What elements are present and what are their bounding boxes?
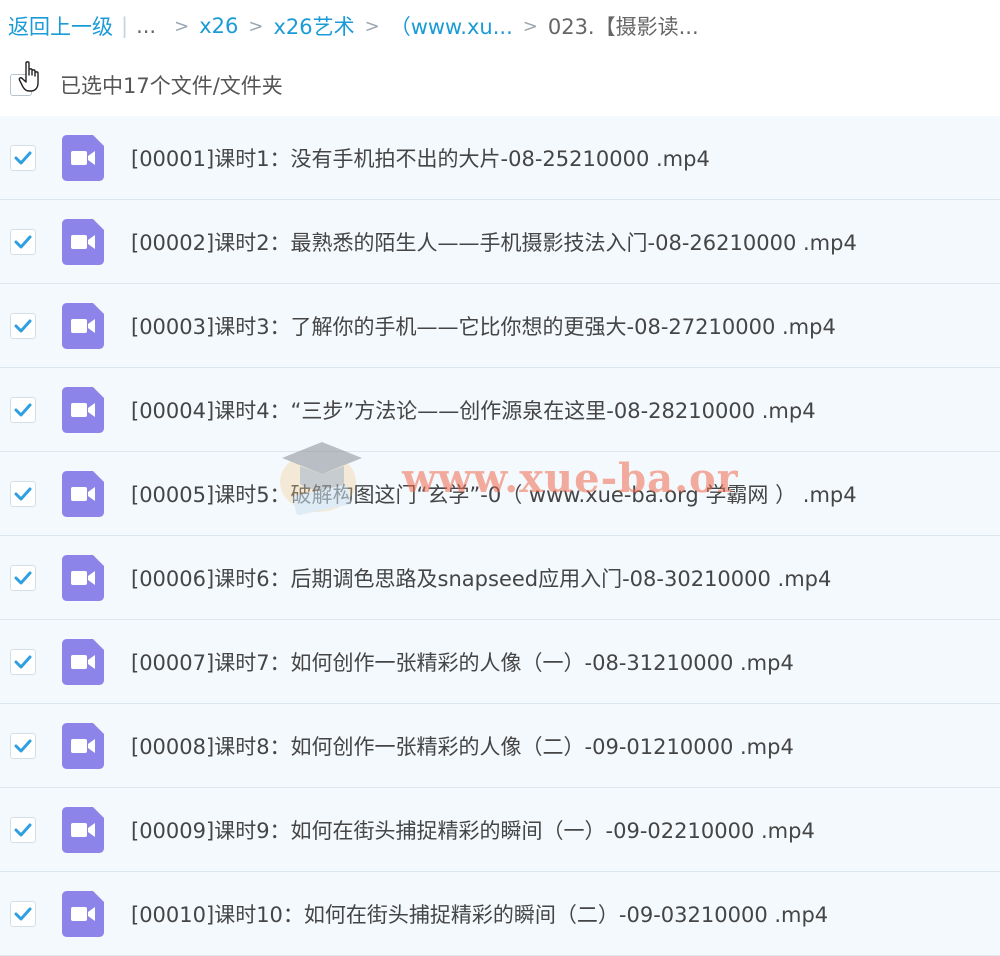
breadcrumb-separator: > bbox=[364, 15, 380, 37]
checkbox-checked-icon[interactable] bbox=[10, 228, 36, 255]
back-link[interactable]: 返回上一级 bbox=[8, 11, 113, 41]
video-file-icon bbox=[62, 386, 104, 433]
checkbox-checked-icon[interactable] bbox=[10, 396, 36, 423]
file-row[interactable]: [00002]课时2：最熟悉的陌生人——手机摄影技法入门-08-26210000… bbox=[0, 200, 1000, 284]
file-row[interactable]: [00003]课时3：了解你的手机——它比你想的更强大-08-27210000 … bbox=[0, 284, 1000, 368]
video-file-icon bbox=[62, 722, 104, 769]
checkbox-checked-icon[interactable] bbox=[10, 900, 36, 927]
video-file-icon bbox=[62, 554, 104, 601]
breadcrumb-item-xueba[interactable]: （www.xu... bbox=[390, 11, 513, 41]
video-file-icon bbox=[62, 638, 104, 685]
file-name[interactable]: [00003]课时3：了解你的手机——它比你想的更强大-08-27210000 … bbox=[131, 311, 836, 341]
file-name[interactable]: [00001]课时1：没有手机拍不出的大片-08-25210000 .mp4 bbox=[131, 143, 710, 173]
file-name[interactable]: [00004]课时4：“三步”方法论——创作源泉在这里-08-28210000 … bbox=[131, 395, 816, 425]
breadcrumb-separator: > bbox=[174, 15, 190, 37]
file-name[interactable]: [00005]课时5：破解构图这门“玄学”-0（ www.xue-ba.org … bbox=[131, 479, 857, 509]
file-row[interactable]: [00009]课时9：如何在街头捕捉精彩的瞬间（一）-09-02210000 .… bbox=[0, 788, 1000, 872]
checkbox-checked-icon[interactable] bbox=[10, 732, 36, 759]
file-name[interactable]: [00002]课时2：最熟悉的陌生人——手机摄影技法入门-08-26210000… bbox=[131, 227, 857, 257]
breadcrumb-separator: > bbox=[522, 15, 538, 37]
file-row[interactable]: [00010]课时10：如何在街头捕捉精彩的瞬间（二）-09-03210000 … bbox=[0, 872, 1000, 956]
file-row[interactable]: [00004]课时4：“三步”方法论——创作源泉在这里-08-28210000 … bbox=[0, 368, 1000, 452]
file-row[interactable]: [00006]课时6：后期调色思路及snapseed应用入门-08-302100… bbox=[0, 536, 1000, 620]
selection-bar: 已选中17个文件/文件夹 bbox=[8, 61, 283, 106]
video-file-icon bbox=[62, 890, 104, 937]
file-name[interactable]: [00010]课时10：如何在街头捕捉精彩的瞬间（二）-09-03210000 … bbox=[131, 899, 828, 929]
video-file-icon bbox=[62, 134, 104, 181]
breadcrumb-item-x26-art[interactable]: x26艺术 bbox=[273, 11, 354, 41]
file-row[interactable]: [00008]课时8：如何创作一张精彩的人像（二）-09-01210000 .m… bbox=[0, 704, 1000, 788]
video-file-icon bbox=[62, 806, 104, 853]
hand-cursor-icon bbox=[18, 61, 39, 92]
breadcrumb-ellipsis[interactable]: ... bbox=[136, 14, 156, 38]
checkbox-checked-icon[interactable] bbox=[10, 312, 36, 339]
checkbox-checked-icon[interactable] bbox=[10, 480, 36, 507]
checkbox-checked-icon[interactable] bbox=[10, 144, 36, 171]
selection-count-text: 已选中17个文件/文件夹 bbox=[60, 74, 283, 98]
breadcrumb-separator: > bbox=[248, 15, 264, 37]
breadcrumb: 返回上一级 | ... > x26 > x26艺术 > （www.xu... >… bbox=[8, 0, 699, 52]
file-list: [00001]课时1：没有手机拍不出的大片-08-25210000 .mp4 [… bbox=[0, 116, 1000, 956]
checkbox-checked-icon[interactable] bbox=[10, 564, 36, 591]
checkbox-checked-icon[interactable] bbox=[10, 648, 36, 675]
file-name[interactable]: [00006]课时6：后期调色思路及snapseed应用入门-08-302100… bbox=[131, 563, 831, 593]
file-name[interactable]: [00009]课时9：如何在街头捕捉精彩的瞬间（一）-09-02210000 .… bbox=[131, 815, 815, 845]
breadcrumb-divider: | bbox=[121, 14, 129, 38]
breadcrumb-current: 023.【摄影读... bbox=[547, 15, 699, 39]
file-name[interactable]: [00007]课时7：如何创作一张精彩的人像（一）-08-31210000 .m… bbox=[131, 647, 794, 677]
file-row[interactable]: [00005]课时5：破解构图这门“玄学”-0（ www.xue-ba.org … bbox=[0, 452, 1000, 536]
video-file-icon bbox=[62, 302, 104, 349]
video-file-icon bbox=[62, 218, 104, 265]
video-file-icon bbox=[62, 470, 104, 517]
file-row[interactable]: [00007]课时7：如何创作一张精彩的人像（一）-08-31210000 .m… bbox=[0, 620, 1000, 704]
breadcrumb-item-x26[interactable]: x26 bbox=[199, 14, 238, 38]
file-row[interactable]: [00001]课时1：没有手机拍不出的大片-08-25210000 .mp4 bbox=[0, 116, 1000, 200]
file-name[interactable]: [00008]课时8：如何创作一张精彩的人像（二）-09-01210000 .m… bbox=[131, 731, 794, 761]
checkbox-checked-icon[interactable] bbox=[10, 816, 36, 843]
